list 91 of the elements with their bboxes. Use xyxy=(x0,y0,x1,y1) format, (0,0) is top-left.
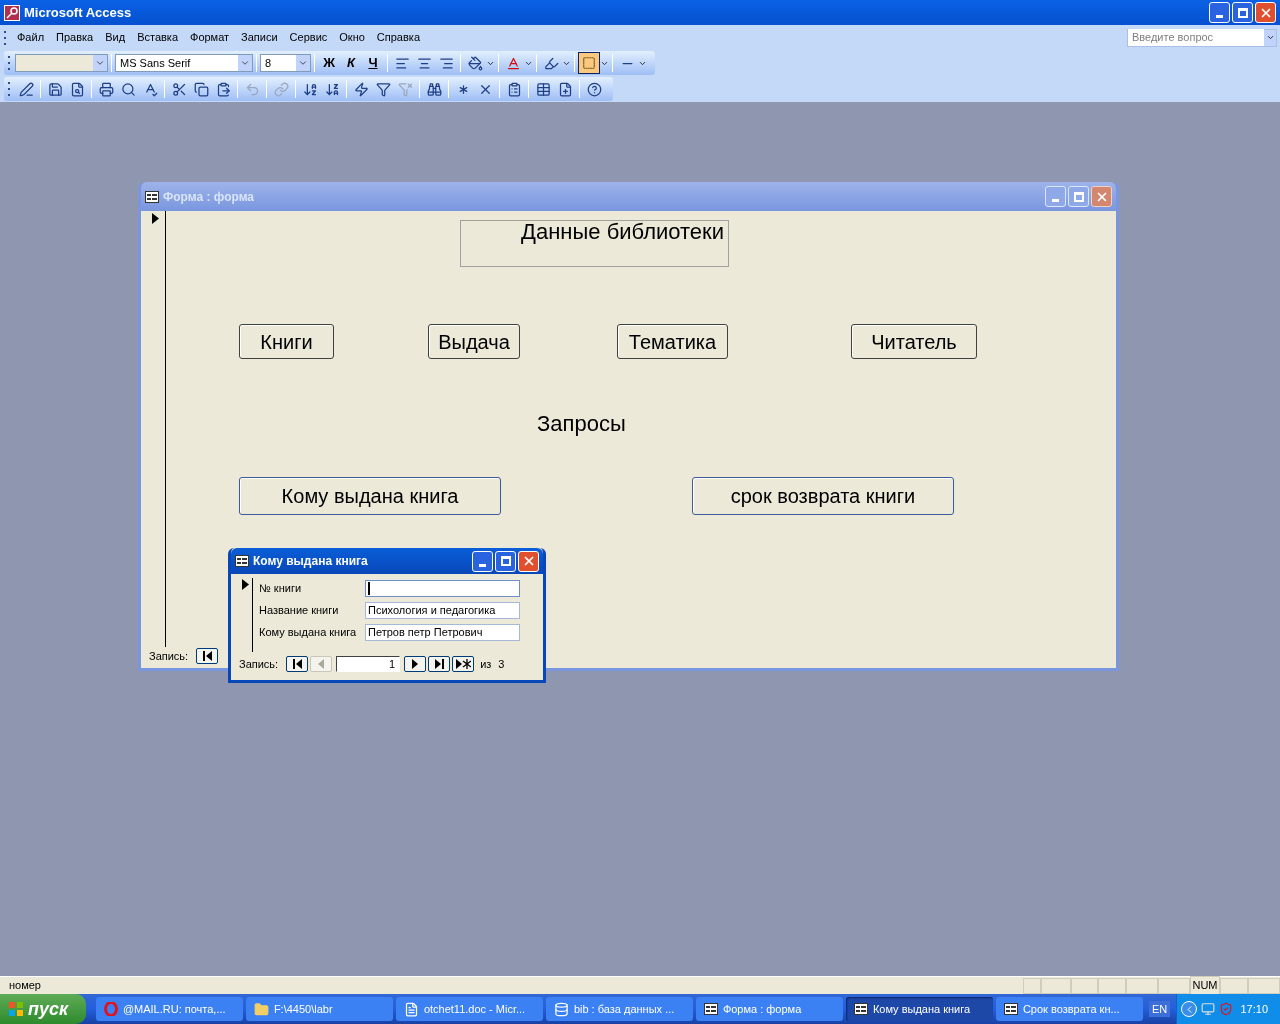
taskbar-button[interactable]: otchet11.doc - Micr... xyxy=(395,997,543,1021)
section-label: Запросы xyxy=(537,410,626,438)
toolbar-grip[interactable] xyxy=(8,82,11,96)
taskbar-button[interactable]: Кому выдана книга xyxy=(845,997,993,1021)
menu-item[interactable]: Файл xyxy=(11,29,51,46)
document-icon xyxy=(403,1001,419,1017)
font-size-combo[interactable]: 8 xyxy=(260,54,311,72)
form-icon xyxy=(145,190,159,203)
font-style-button[interactable]: Ч xyxy=(362,52,384,74)
menu-item[interactable]: Сервис xyxy=(283,29,334,46)
menu-item[interactable]: Формат xyxy=(184,29,236,46)
form-title: Форма : форма xyxy=(163,188,256,206)
taskbar-button[interactable]: F:\4450\labr xyxy=(245,997,393,1021)
menu-item[interactable]: Записи xyxy=(235,29,284,46)
form-button[interactable]: Выдача xyxy=(428,324,520,359)
field-label: № книги xyxy=(259,581,303,597)
close-button[interactable] xyxy=(1091,186,1112,207)
status-panel xyxy=(1220,977,1248,994)
new-record-button[interactable] xyxy=(452,656,475,673)
form-title: Кому выдана книга xyxy=(253,553,369,570)
text-field[interactable]: Петров петр Петрович xyxy=(365,624,520,641)
folder-icon xyxy=(253,1001,269,1017)
taskbar-button[interactable]: Срок возврата кн... xyxy=(995,997,1143,1021)
taskbar-button[interactable]: bib : база данных ... xyxy=(545,997,693,1021)
new-arrow-icon xyxy=(455,659,471,670)
key-icon xyxy=(4,4,20,21)
font-name-combo[interactable]: MS Sans Serif xyxy=(115,54,253,72)
font-style-button[interactable]: Ж xyxy=(318,52,340,74)
menu-item[interactable]: Окно xyxy=(333,29,371,46)
record-label: Запись: xyxy=(239,657,279,672)
next-arrow-icon xyxy=(412,659,419,670)
windows-logo-icon xyxy=(8,1001,24,1017)
start-button[interactable]: пуск xyxy=(0,994,86,1024)
form-icon xyxy=(1003,1003,1018,1015)
status-panel xyxy=(1071,977,1098,994)
clock: 17:10 xyxy=(1240,1001,1269,1017)
form-button[interactable]: Книги xyxy=(239,324,334,359)
language-indicator[interactable]: EN xyxy=(1148,1000,1171,1018)
toolbar-grip[interactable] xyxy=(4,30,7,45)
browser-icon xyxy=(103,1002,118,1016)
menu-item[interactable]: Справка xyxy=(370,29,426,46)
heading-label: Данные библиотеки xyxy=(460,220,729,267)
record-of-label: из xyxy=(480,657,492,672)
record-selector-arrow-icon xyxy=(152,213,159,224)
toolbar-grip[interactable] xyxy=(8,56,11,70)
text-cursor xyxy=(368,582,370,595)
maximize-icon xyxy=(1073,191,1084,202)
form-icon xyxy=(235,555,249,567)
menu-item[interactable]: Правка xyxy=(50,29,100,46)
record-label: Запись: xyxy=(149,649,189,664)
text-field[interactable]: Психология и педагогика xyxy=(365,602,520,619)
form-button[interactable]: Читатель xyxy=(851,324,977,359)
first-record-button[interactable] xyxy=(286,656,309,673)
status-panel xyxy=(1248,977,1280,994)
status-panel xyxy=(1098,977,1126,994)
next-record-button[interactable] xyxy=(404,656,427,673)
status-text: номер xyxy=(8,978,42,994)
chevron-left-icon[interactable] xyxy=(1181,1001,1198,1017)
menu-item[interactable]: Вид xyxy=(99,29,132,46)
form-icon xyxy=(853,1003,868,1015)
border-icon[interactable] xyxy=(578,52,600,74)
form-button[interactable]: Тематика xyxy=(617,324,728,359)
last-record-button[interactable] xyxy=(428,656,451,673)
taskbar-button[interactable]: @MAIL.RU: почта,... xyxy=(95,997,243,1021)
window-title: Microsoft Access xyxy=(24,3,133,22)
field-label: Кому выдана книга xyxy=(259,625,358,641)
field-label: Название книги xyxy=(259,603,340,619)
help-question-field[interactable]: Введите вопрос xyxy=(1127,28,1277,47)
maximize-icon xyxy=(1237,7,1248,18)
maximize-icon xyxy=(500,556,511,566)
minimize-icon xyxy=(1216,15,1223,18)
first-arrow-icon xyxy=(202,651,212,662)
record-total: 3 xyxy=(498,657,505,672)
first-record-button[interactable] xyxy=(196,648,219,665)
first-arrow-icon xyxy=(292,659,302,670)
taskbar-button[interactable]: Форма : форма xyxy=(695,997,843,1021)
record-number-field[interactable]: 1 xyxy=(336,656,401,673)
prev-arrow-icon xyxy=(318,659,325,670)
record-selector-arrow-icon xyxy=(241,579,249,590)
text-field[interactable] xyxy=(365,580,520,597)
form-icon xyxy=(703,1003,718,1015)
status-panel xyxy=(1126,977,1158,994)
last-arrow-icon xyxy=(434,659,444,670)
menu-item[interactable]: Вставка xyxy=(131,29,184,46)
query-button[interactable]: срок возврата книги xyxy=(692,477,954,515)
font-style-button[interactable]: К xyxy=(340,52,362,74)
minimize-icon xyxy=(1052,199,1059,202)
status-panel xyxy=(1158,977,1190,994)
minimize-icon xyxy=(479,563,486,567)
database-icon xyxy=(553,1001,569,1017)
query-button[interactable]: Кому выдана книга xyxy=(239,477,501,515)
